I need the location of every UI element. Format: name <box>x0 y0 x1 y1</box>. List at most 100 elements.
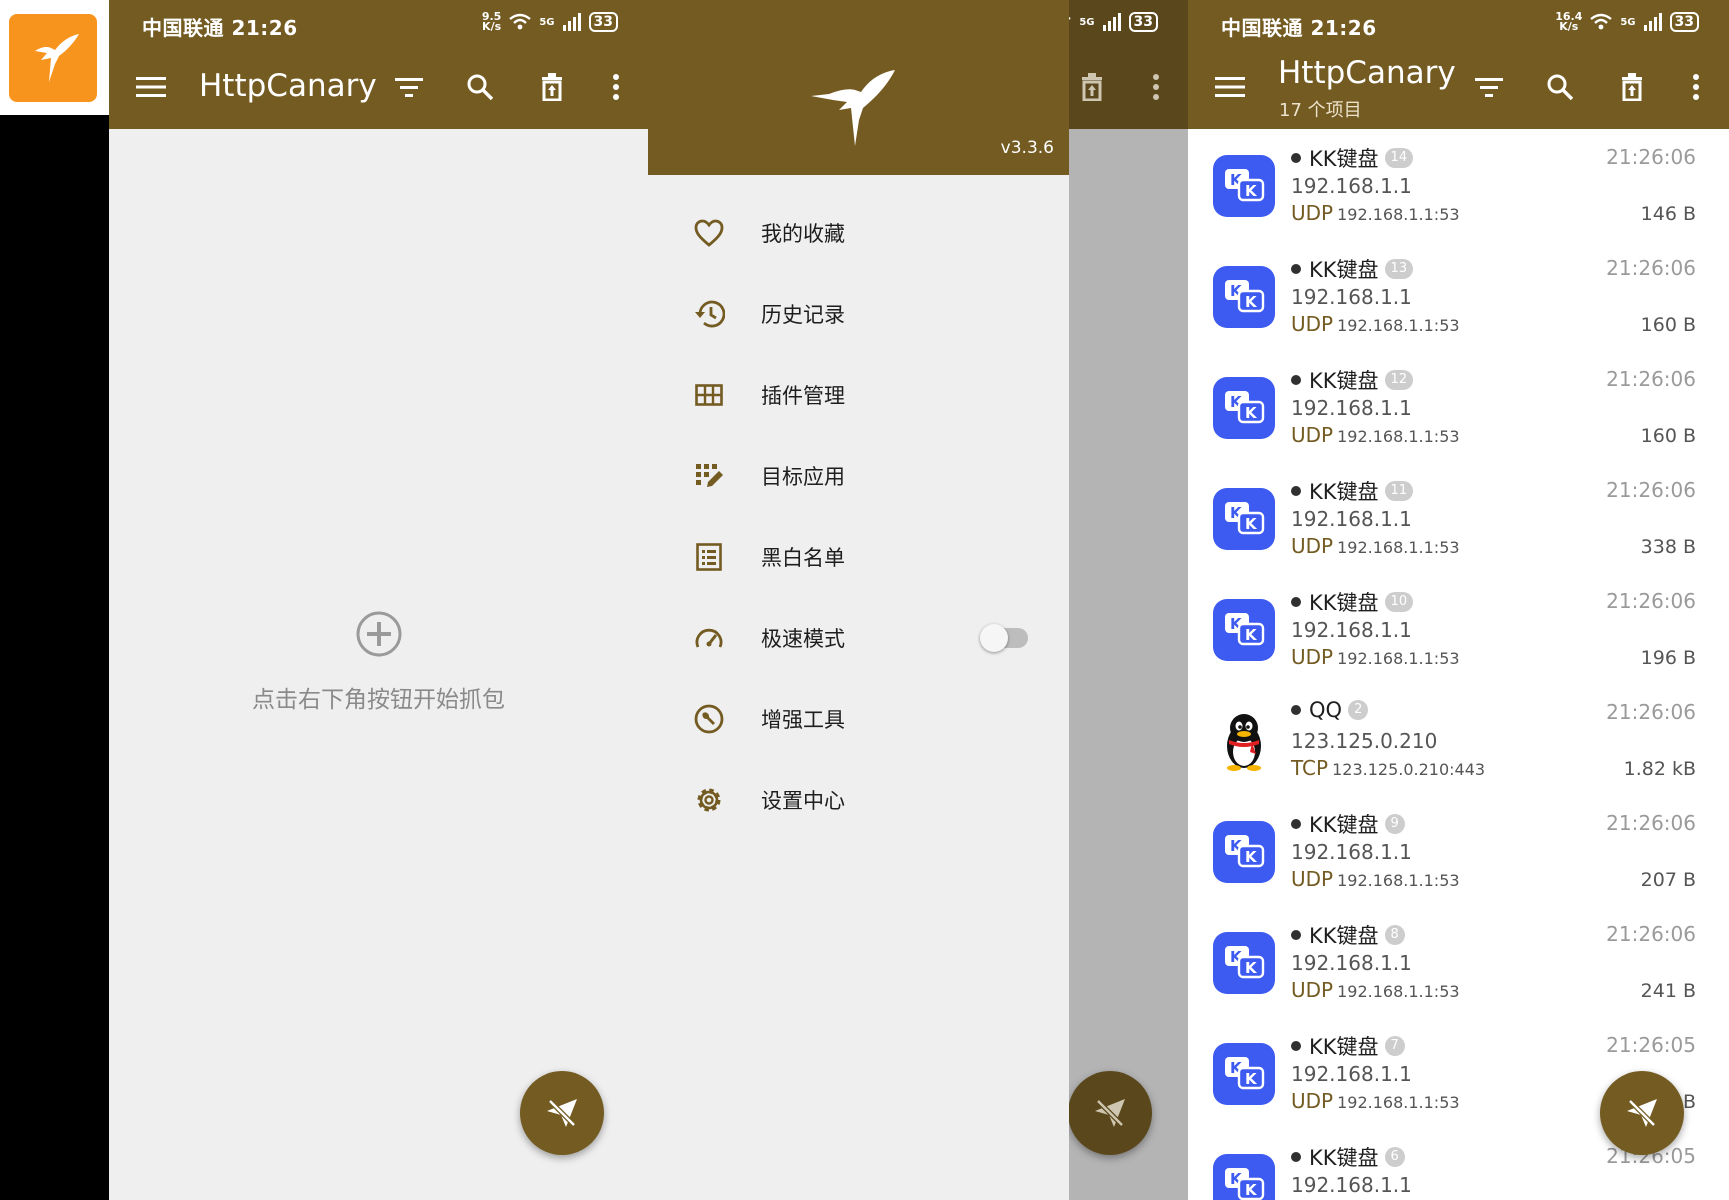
carrier-time: 中国联通 21:26 <box>142 16 298 40</box>
filter-button[interactable] <box>1469 67 1509 107</box>
search-icon <box>1547 74 1574 101</box>
sig-5g: 5G <box>539 16 555 28</box>
count-badge: 12 <box>1384 370 1414 390</box>
row-size: B <box>1682 1091 1696 1113</box>
app-name: KK键盘 <box>1309 813 1379 837</box>
filter-icon <box>395 78 423 97</box>
empty-state: 点击右下角按钮开始抓包 <box>109 610 648 714</box>
drawer-item-label: 目标应用 <box>761 465 845 489</box>
count-badge: 2 <box>1348 700 1369 720</box>
menu-button[interactable] <box>131 67 171 107</box>
app-name: KK键盘 <box>1309 924 1379 948</box>
overflow-menu-button[interactable] <box>1676 67 1716 107</box>
capture-row[interactable]: KK KK键盘 8 21:26:06 192.168.1.1 UDP 192.168… <box>1188 906 1729 1017</box>
capture-row[interactable]: KK KK键盘 9 21:26:06 192.168.1.1 UDP 192.168… <box>1188 795 1729 906</box>
filter-button[interactable] <box>389 67 429 107</box>
side-black-strip <box>0 115 109 1200</box>
search-button[interactable] <box>1540 67 1580 107</box>
drawer-item-history[interactable]: 历史记录 <box>648 284 1069 344</box>
capture-row[interactable]: KK KK键盘 13 21:26:06 192.168.1.1 UDP 192.16… <box>1188 240 1729 351</box>
capture-row[interactable]: KK KK键盘 14 21:26:06 192.168.1.1 UDP 192.16… <box>1188 129 1729 240</box>
trash-icon <box>1622 73 1642 101</box>
more-vert-icon <box>1693 74 1699 100</box>
history-icon <box>692 297 726 331</box>
drawer-item-plugins[interactable]: 插件管理 <box>648 365 1069 425</box>
status-dot <box>1291 375 1301 385</box>
gear-icon <box>692 783 726 817</box>
row-ip: 192.168.1.1 <box>1291 396 1412 420</box>
drawer-item-blacklist[interactable]: 黑白名单 <box>648 527 1069 587</box>
row-ip: 192.168.1.1 <box>1291 285 1412 309</box>
drawer-item-turbo-mode[interactable]: 极速模式 <box>648 608 1069 668</box>
capture-list: KK KK键盘 14 21:26:06 192.168.1.1 UDP 192.16… <box>1188 129 1729 1200</box>
app-name: KK键盘 <box>1309 147 1379 171</box>
row-protocol: UDP <box>1291 978 1334 1002</box>
row-address: 192.168.1.1:53 <box>1337 1093 1460 1112</box>
hamburger-icon <box>136 77 166 97</box>
status-icons: 9.5K/s 5G 33 <box>482 11 618 32</box>
app-name: QQ <box>1309 698 1343 722</box>
start-capture-button[interactable] <box>1600 1071 1684 1155</box>
overflow-menu-button[interactable] <box>1136 67 1176 107</box>
svg-text:K: K <box>1245 293 1258 311</box>
paper-plane-off-icon <box>1095 1099 1125 1127</box>
status-dot <box>1291 597 1301 607</box>
row-ip: 192.168.1.1 <box>1291 951 1412 975</box>
status-icons: 16.4 K/s 5G 33 <box>1555 10 1699 33</box>
overflow-menu-button[interactable] <box>596 67 636 107</box>
app-icon-area <box>0 0 109 115</box>
status-dot <box>1291 264 1301 274</box>
delete-button[interactable] <box>1072 67 1112 107</box>
capture-row[interactable]: KK KK键盘 11 21:26:06 192.168.1.1 UDP 192.16… <box>1188 462 1729 573</box>
row-protocol: UDP <box>1291 645 1334 669</box>
add-circle-icon <box>356 611 401 657</box>
capture-row[interactable]: KK KK键盘 10 21:26:06 192.168.1.1 UDP 192.16… <box>1188 573 1729 684</box>
list-icon <box>692 540 726 574</box>
row-address: 192.168.1.1:53 <box>1337 427 1460 446</box>
drawer-item-label: 极速模式 <box>761 627 845 651</box>
row-size: 1.82 kB <box>1623 758 1696 780</box>
drawer-item-settings[interactable]: 设置中心 <box>648 770 1069 830</box>
capture-row[interactable]: KK KK键盘 12 21:26:06 192.168.1.1 UDP 192.16… <box>1188 351 1729 462</box>
drawer-item-label: 黑白名单 <box>761 546 845 570</box>
net-speed: 16.4 K/s <box>1555 10 1583 33</box>
app-name: KK键盘 <box>1309 1035 1379 1059</box>
drawer-item-favorites[interactable]: 我的收藏 <box>648 203 1069 263</box>
row-size: 196 B <box>1640 647 1696 669</box>
delete-button[interactable] <box>532 67 572 107</box>
search-button[interactable] <box>460 67 500 107</box>
status-dot <box>1291 153 1301 163</box>
kk-keyboard-icon: KK <box>1213 1043 1275 1105</box>
row-size: 160 B <box>1640 425 1696 447</box>
drawer-item-label: 历史记录 <box>761 303 845 327</box>
svg-text:K: K <box>1245 626 1258 644</box>
status-bar: 中国联通 21:26 9.5K/s 5G 33 <box>109 0 648 50</box>
toggle-knob <box>980 624 1008 652</box>
start-capture-button[interactable] <box>1068 1071 1152 1155</box>
empty-hint: 点击右下角按钮开始抓包 <box>252 687 505 713</box>
row-address: 192.168.1.1:53 <box>1337 871 1460 890</box>
row-ip: 192.168.1.1 <box>1291 840 1412 864</box>
heart-icon <box>692 216 726 250</box>
row-size: 207 B <box>1640 869 1696 891</box>
count-badge: 8 <box>1384 925 1405 945</box>
count-badge: 6 <box>1384 1147 1405 1167</box>
count-badge: 10 <box>1384 592 1414 612</box>
menu-button[interactable] <box>1210 67 1250 107</box>
row-protocol: UDP <box>1291 534 1334 558</box>
more-vert-icon <box>613 74 619 100</box>
paper-plane-off-icon <box>547 1099 577 1127</box>
drawer-item-target-apps[interactable]: 目标应用 <box>648 446 1069 506</box>
drawer-item-label: 设置中心 <box>761 789 845 813</box>
capture-row[interactable]: QQ 2 21:26:06 123.125.0.210 TCP 123.125.0.… <box>1188 684 1729 795</box>
drawer-item-enhance-tools[interactable]: 增强工具 <box>648 689 1069 749</box>
battery-indicator: 33 <box>588 12 618 32</box>
hummingbird-icon <box>35 34 79 82</box>
turbo-mode-toggle[interactable] <box>980 624 1028 652</box>
row-protocol: UDP <box>1291 1089 1334 1113</box>
navigation-drawer: v3.3.6 我的收藏 历史记录 插件管理 目标应用 黑白名单 极速模式 增强工… <box>648 0 1069 1200</box>
start-capture-button[interactable] <box>520 1071 604 1155</box>
battery-indicator: 33 <box>1669 12 1699 32</box>
row-time: 21:26:06 <box>1606 256 1696 280</box>
delete-button[interactable] <box>1612 67 1652 107</box>
